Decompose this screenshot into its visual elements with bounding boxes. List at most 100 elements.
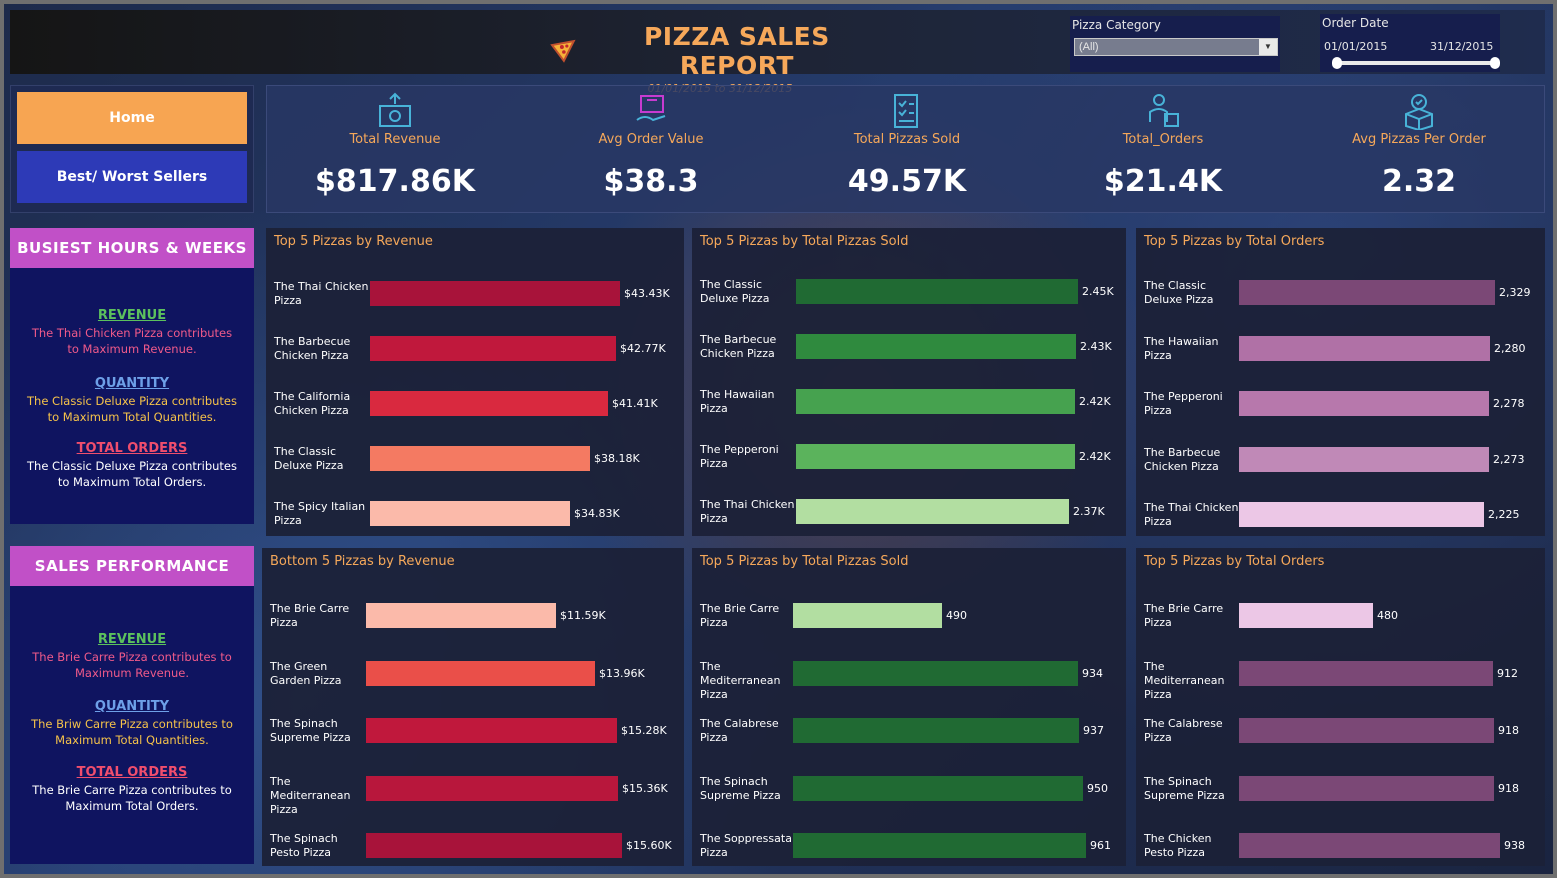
bar[interactable]	[796, 279, 1078, 304]
bar[interactable]	[366, 603, 556, 628]
bar[interactable]	[366, 718, 617, 743]
bar[interactable]	[1239, 280, 1495, 305]
checklist-icon	[894, 94, 918, 128]
date-slider-end-handle[interactable]	[1490, 57, 1500, 69]
chart-row[interactable]: The California Chicken Pizza $41.41K	[266, 384, 684, 424]
bar[interactable]	[1239, 718, 1494, 743]
data-label: 912	[1497, 666, 1518, 680]
delivery-person-icon	[1149, 94, 1179, 127]
chart-row[interactable]: The Spinach Supreme Pizza $15.28K	[262, 711, 684, 751]
bar[interactable]	[796, 444, 1075, 469]
category-label: The Classic Deluxe Pizza	[1144, 279, 1214, 306]
chart-row[interactable]: The Chicken Pesto Pizza 938	[1136, 826, 1545, 866]
bar[interactable]	[366, 660, 595, 686]
chart-row[interactable]: The Hawaiian Pizza 2,280	[1136, 329, 1545, 369]
chart-row[interactable]: The Barbecue Chicken Pizza 2.43K	[692, 327, 1126, 367]
chart-row[interactable]: The Calabrese Pizza 918	[1136, 711, 1545, 751]
date-slider-start-handle[interactable]	[1332, 57, 1342, 69]
category-label: The Classic Deluxe Pizza	[274, 445, 344, 472]
section-heading: TOTAL ORDERS	[76, 441, 188, 456]
chart-row[interactable]: The Spinach Supreme Pizza 950	[692, 769, 1126, 809]
bar[interactable]	[370, 391, 608, 416]
chart-row[interactable]: The Green Garden Pizza $13.96K	[262, 654, 684, 694]
chart-row[interactable]: The Pepperoni Pizza 2.42K	[692, 437, 1126, 477]
bar[interactable]	[1239, 833, 1500, 858]
delivery-box-icon	[636, 95, 666, 122]
bar[interactable]	[793, 660, 1078, 686]
data-label: $41.41K	[612, 397, 658, 410]
bar[interactable]	[1239, 603, 1373, 628]
kpi-label: Total_Orders	[1122, 132, 1204, 147]
category-label: The Brie Carre Pizza	[1144, 602, 1224, 629]
data-label: 480	[1377, 609, 1398, 622]
chart-row[interactable]: The Classic Deluxe Pizza $38.18K	[266, 439, 684, 479]
data-label: 2.42K	[1079, 395, 1111, 408]
bar[interactable]	[366, 775, 618, 801]
chart-row[interactable]: The Spicy Italian Pizza $34.83K	[266, 494, 684, 534]
bar[interactable]	[796, 334, 1076, 359]
date-slider-track[interactable]	[1334, 61, 1500, 65]
bar[interactable]	[793, 775, 1083, 801]
section-heading: QUANTITY	[94, 699, 170, 714]
category-label: The Brie Carre Pizza	[700, 602, 780, 629]
kpi-label: Total Pizzas Sold	[853, 132, 961, 147]
chart-row[interactable]: The Spinach Supreme Pizza 918	[1136, 769, 1545, 809]
chart-row[interactable]: The Mediterranean Pizza 934	[692, 654, 1126, 701]
best-worst-sellers-button[interactable]: Best/ Worst Sellers	[17, 151, 247, 203]
data-label: $42.77K	[620, 342, 666, 355]
bar[interactable]	[793, 833, 1086, 858]
pizza-icon	[550, 39, 576, 63]
bar[interactable]	[796, 389, 1075, 414]
busiest-orders: TOTAL ORDERS The Classic Deluxe Pizza co…	[10, 441, 254, 490]
bar[interactable]	[796, 499, 1069, 524]
bar[interactable]	[1239, 391, 1489, 416]
kpi-total-pizzas-sold: Total Pizzas Sold 49.57K	[787, 86, 1027, 214]
bar[interactable]	[366, 833, 622, 858]
data-label: 2,280	[1494, 341, 1526, 355]
home-button[interactable]: Home	[17, 92, 247, 144]
chevron-down-icon[interactable]: ▼	[1259, 39, 1277, 55]
chart-row[interactable]: The Spinach Pesto Pizza $15.60K	[262, 826, 684, 866]
chart-row[interactable]: The Barbecue Chicken Pizza $42.77K	[266, 329, 684, 369]
data-label: 2,278	[1493, 397, 1525, 410]
bar[interactable]	[370, 281, 620, 306]
chart-row[interactable]: The Soppressata Pizza 961	[692, 826, 1126, 866]
chart-row[interactable]: The Calabrese Pizza 937	[692, 711, 1126, 751]
data-label: 2.43K	[1080, 340, 1112, 353]
chart-row[interactable]: The Hawaiian Pizza 2.42K	[692, 382, 1126, 422]
section-text: The Brie Carre Pizza contributes to Maxi…	[32, 650, 232, 680]
bar[interactable]	[793, 718, 1079, 743]
chart-row[interactable]: The Classic Deluxe Pizza 2,329	[1136, 273, 1545, 313]
chart-row[interactable]: The Thai Chicken Pizza $43.43K	[266, 274, 684, 314]
chart-row[interactable]: The Classic Deluxe Pizza 2.45K	[692, 272, 1126, 312]
chart-row[interactable]: The Mediterranean Pizza $15.36K	[262, 769, 684, 816]
performance-panel: SALES PERFORMANCE REVENUE The Brie Carre…	[10, 546, 254, 864]
bar[interactable]	[370, 336, 616, 361]
busiest-title: BUSIEST HOURS & WEEKS	[10, 228, 254, 268]
data-label: 2,329	[1499, 286, 1531, 299]
chart-row[interactable]: The Thai Chicken Pizza 2.37K	[692, 492, 1126, 532]
category-label: The Brie Carre Pizza	[270, 602, 350, 629]
bar[interactable]	[370, 446, 590, 471]
kpi-label: Avg Order Value	[598, 132, 704, 147]
bar[interactable]	[1239, 660, 1493, 686]
chart-row[interactable]: The Mediterranean Pizza 912	[1136, 654, 1545, 701]
chart-row[interactable]: The Pepperoni Pizza 2,278	[1136, 384, 1545, 424]
performance-title: SALES PERFORMANCE	[10, 546, 254, 586]
chart-row[interactable]: The Thai Chicken Pizza 2,225	[1136, 495, 1545, 535]
bar[interactable]	[1239, 775, 1494, 801]
chart-row[interactable]: The Brie Carre Pizza $11.59K	[262, 596, 684, 636]
header-bar: PIZZA SALES REPORT 01/01/2015 to 31/12/2…	[10, 10, 1545, 95]
chart-row[interactable]: The Brie Carre Pizza 480	[1136, 596, 1545, 636]
bar[interactable]	[370, 501, 570, 526]
page-title: PIZZA SALES REPORT	[550, 22, 890, 80]
chart-row[interactable]: The Brie Carre Pizza 490	[692, 596, 1126, 636]
bar[interactable]	[1239, 335, 1490, 361]
pizza-category-select[interactable]: (All) ▼	[1074, 38, 1278, 56]
category-label: The Hawaiian Pizza	[1144, 334, 1219, 362]
data-label: 918	[1498, 724, 1519, 737]
chart-row[interactable]: The Barbecue Chicken Pizza 2,273	[1136, 440, 1545, 480]
bar[interactable]	[793, 603, 942, 628]
bar[interactable]	[1239, 446, 1489, 472]
bar[interactable]	[1239, 502, 1484, 527]
